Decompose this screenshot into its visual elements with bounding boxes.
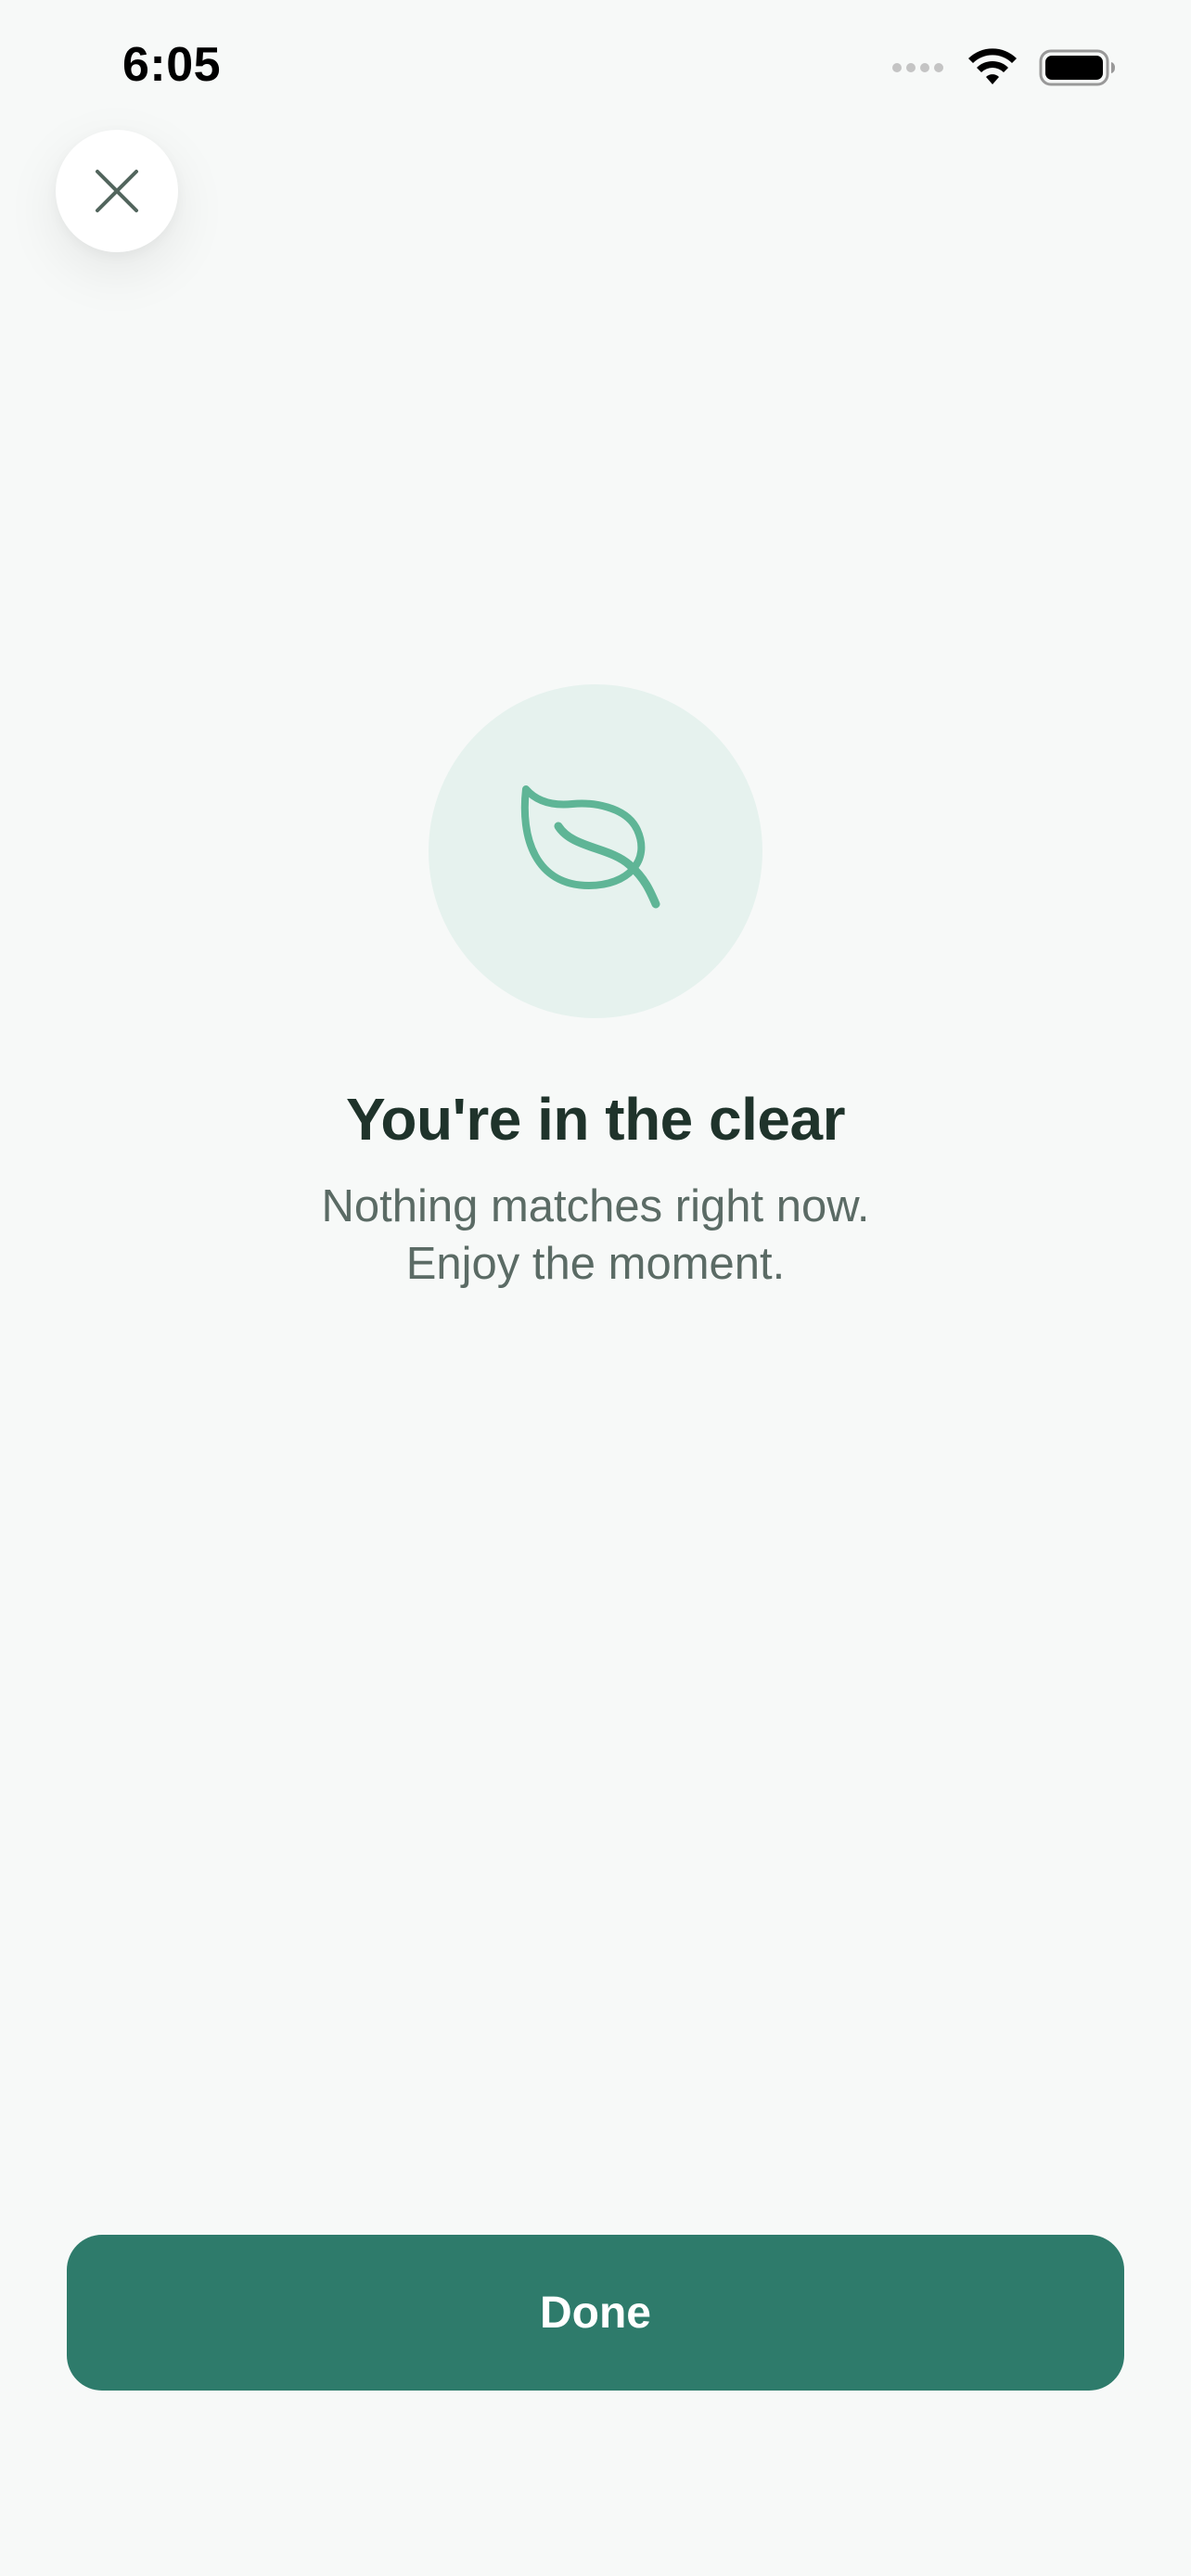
battery-icon xyxy=(1039,49,1115,86)
status-time: 6:05 xyxy=(122,38,222,92)
subtitle-line-1: Nothing matches right now. xyxy=(321,1181,870,1231)
empty-state-title: You're in the clear xyxy=(345,1086,846,1153)
screen: 6:05 You're in the clear Nothing matches… xyxy=(0,0,1191,2576)
signal-icon xyxy=(892,63,948,72)
status-bar: 6:05 xyxy=(0,0,1191,139)
close-icon xyxy=(96,170,138,212)
empty-state-subtitle: Nothing matches right now. Enjoy the mom… xyxy=(0,1178,1191,1293)
leaf-icon xyxy=(520,785,660,909)
close-button[interactable] xyxy=(56,130,178,252)
done-button[interactable]: Done xyxy=(67,2235,1124,2391)
wifi-icon xyxy=(968,48,1017,84)
status-icons xyxy=(892,45,1117,91)
leaf-illustration xyxy=(429,684,762,1018)
subtitle-line-2: Enjoy the moment. xyxy=(405,1239,786,1289)
